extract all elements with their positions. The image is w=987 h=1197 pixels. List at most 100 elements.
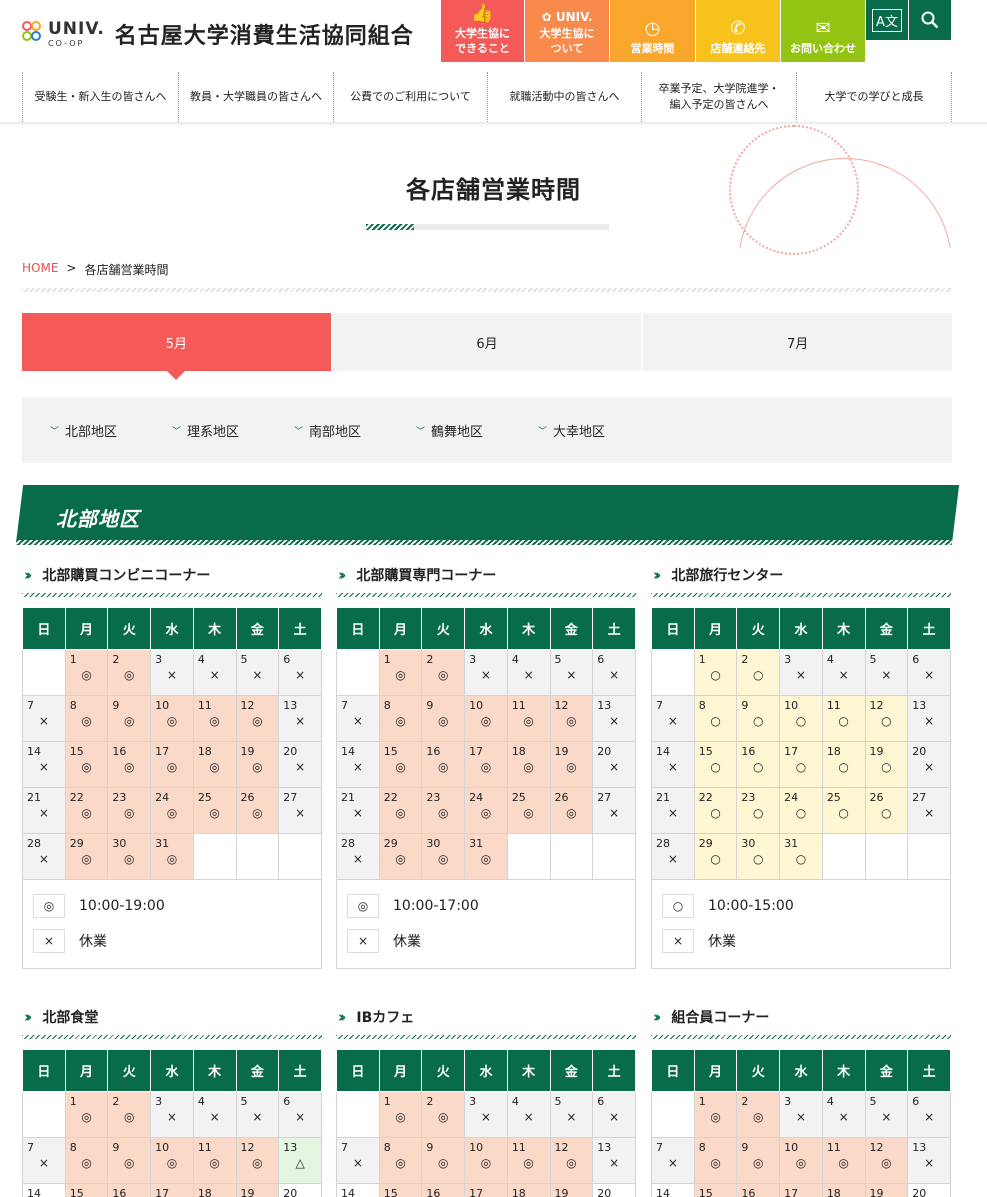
calendar-week-row: 1 ◎ 2 ◎ 3 × 4 × 5 × 6 × [22,1091,322,1138]
calendar-day: 13 × [907,1137,951,1184]
day-number: 27 [912,791,927,804]
calendar-day: 23 ○ [736,787,781,834]
calendar-week-row: 7 × 8 ◎ 9 ◎ 10 ◎ 11 ◎ 12 ◎ 13 × [336,1137,636,1184]
status-mark: × [924,1110,935,1125]
tab-july[interactable]: 7月 [643,313,953,371]
day-number: 2 [112,653,120,666]
can-do-button[interactable]: 👍 大学生協に できること [441,0,524,62]
status-mark: ○ [838,714,849,729]
calendar-day: 18◎ [192,1183,237,1197]
calendar-day: 19◎ [864,1183,909,1197]
weekday-thu: 木 [192,607,237,650]
day-number: 24 [469,791,484,804]
day-number: 7 [656,699,663,712]
site-logo[interactable]: UNIV. CO-OP 名古屋大学消費生活協同組合 [22,18,414,50]
day-number: 7 [341,1141,348,1154]
day-number: 25 [197,791,212,804]
calendar-empty [651,649,695,696]
calendar-day: 19 ○ [864,741,909,788]
status-mark: ◎ [252,760,263,775]
calendar-day: 9 ◎ [421,695,466,742]
day-number: 28 [656,837,670,850]
calendar-day: 31 ◎ [464,833,508,880]
store-title-divider [336,1035,636,1039]
calendar-day: 11 ◎ [506,1137,551,1184]
day-number: 8 [698,1141,706,1154]
status-mark: ◎ [81,714,92,729]
day-number: 9 [426,699,434,712]
calendar-day: 26 ◎ [235,787,280,834]
status-mark: ◎ [523,1156,534,1171]
calendar-day: 13 △ [278,1137,322,1184]
status-mark: ◎ [81,852,92,867]
translate-button[interactable]: A文 [866,0,908,40]
calendar-day: 10 ◎ [150,695,194,742]
day-number: 3 [155,653,163,666]
nav-item-graduates[interactable]: 卒業予定、大学院進学・ 編入予定の皆さんへ [641,72,796,122]
nav-item-faculty[interactable]: 教員・大学職員の皆さんへ [178,72,333,122]
status-mark: ◎ [566,1156,577,1171]
status-mark: × [667,760,678,775]
day-number: 6 [912,653,920,666]
calendar-day: 5 × [549,649,594,696]
about-coop-button[interactable]: ✿ UNIV. 大学生協に ついて [525,0,609,62]
area-link-daiko[interactable]: ﹀ 大幸地区 [538,421,660,440]
weekday-wed: 水 [779,607,823,650]
calendar-day: 1 ◎ [64,1091,109,1138]
calendar-week-row: 1 ◎ 2 ◎ 3 × 4 × 5 × 6 × [336,649,636,696]
weekday-wed: 水 [464,607,508,650]
title-underline-accent [366,224,414,230]
calendar-day: 25 ◎ [192,787,237,834]
calendar-week-row: 7 × 8 ○ 9 ○ 10 ○ 11 ○ 12 ○ 13 × [651,695,951,742]
status-mark: × [609,1156,620,1171]
day-number: 13 [912,1141,927,1154]
area-link-nanbu[interactable]: ﹀ 南部地区 [294,421,416,440]
calendar-day: 12 ◎ [235,1137,280,1184]
calendar-day: 17 ◎ [464,741,508,788]
nav-item-learning[interactable]: 大学での学びと成長 [796,72,952,122]
tab-may[interactable]: 5月 [22,313,331,380]
inquiry-button[interactable]: ✉ お問い合わせ [781,0,865,62]
day-number: 30 [741,837,756,850]
calendar-day: 3 × [150,649,194,696]
calendar-week-row: 28 × 29 ◎ 30 ◎ 31 ◎ [336,833,636,880]
day-number: 6 [912,1095,920,1108]
area-link-hokubu[interactable]: ﹀ 北部地区 [50,421,172,440]
area-link-tsurumai[interactable]: ﹀ 鶴舞地区 [416,421,538,440]
day-number: 28 [341,837,355,850]
calendar-empty [336,649,380,696]
section-band [16,485,960,543]
nav-item-students[interactable]: 受験生・新入生の皆さんへ [22,72,178,122]
page-title: 各店舗営業時間 [406,176,581,204]
thumbs-up-icon: 👍 [471,3,494,25]
day-number: 4 [197,653,205,666]
contacts-button[interactable]: ✆ 店舗連絡先 [696,0,780,62]
day-number: 6 [283,1095,291,1108]
inquiry-label: お問い合わせ [790,41,856,55]
status-mark: ◎ [795,1156,807,1171]
breadcrumb: HOME > 各店舗営業時間 [22,261,168,278]
status-mark: ◎ [480,1156,492,1171]
area-link-rikei[interactable]: ﹀ 理系地区 [172,421,294,440]
calendar-header-row: 日月火水木金土 [651,607,951,650]
status-mark: × [252,668,263,683]
day-number: 24 [155,791,170,804]
calendar-day: 17 ○ [779,741,823,788]
breadcrumb-home[interactable]: HOME [22,261,58,278]
nav-item-job-hunting[interactable]: 就職活動中の皆さんへ [487,72,641,122]
calendar-week-row: 21 × 22 ○ 23 ○ 24 ○ 25 ○ 26 ○ 27 × [651,787,951,834]
hours-button[interactable]: ◷ 営業時間 [610,0,695,62]
nav-item-public-funds[interactable]: 公費でのご利用について [333,72,487,122]
calendar-day: 6 × [278,1091,322,1138]
search-button[interactable] [909,0,951,40]
day-number: 1 [698,653,706,666]
tab-june[interactable]: 6月 [332,313,642,371]
calendar-empty [278,833,322,880]
status-mark: × [667,1156,678,1171]
calendar-empty [907,833,951,880]
day-number: 12 [240,1141,255,1154]
legend-item: ◎ 10:00-19:00 [33,888,311,923]
calendar-week-row: 14 15◎16◎17◎18◎19◎20 [22,1183,322,1197]
chevron-down-icon: ﹀ [538,426,548,437]
legend-swatch: ◎ [347,893,379,918]
